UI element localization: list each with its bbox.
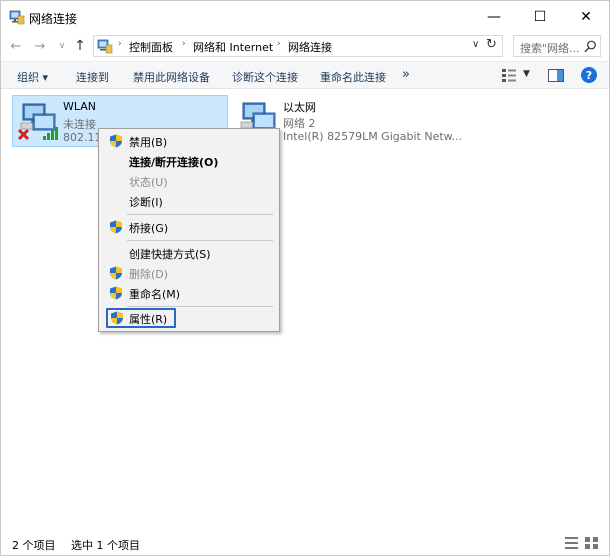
menu-separator: [127, 214, 273, 215]
menu-item-status: 状态(U): [101, 171, 277, 191]
details-view-icon[interactable]: [565, 537, 578, 549]
preview-pane-icon[interactable]: [548, 69, 564, 82]
breadcrumb-network-internet[interactable]: 网络和 Internet: [193, 39, 273, 55]
menu-item-label: 重命名(M): [129, 288, 181, 301]
menu-item-disable[interactable]: 禁用(B): [101, 131, 277, 151]
title-bar: 网络连接 — ☐ ✕: [1, 1, 609, 32]
breadcrumb-separator-icon[interactable]: ›: [118, 39, 122, 49]
forward-button[interactable]: →: [31, 36, 49, 56]
network-folder-icon: [9, 10, 25, 25]
menu-item-label: 桥接(G): [129, 222, 169, 235]
selected-count: 选中 1 个项目: [71, 539, 140, 552]
menu-item-bridge[interactable]: 桥接(G): [101, 217, 277, 237]
menu-item-label: 创建快捷方式(S): [129, 248, 211, 261]
search-icon[interactable]: [584, 40, 597, 53]
address-dropdown-icon[interactable]: ∨: [472, 39, 479, 50]
change-view-icon[interactable]: [502, 69, 516, 82]
item-count: 2 个项目: [12, 539, 56, 552]
address-row: ← → ∨ ↑ › 控制面板 › 网络和 Internet › 网络连接 ∨ ↻…: [1, 32, 609, 60]
command-bar: 组织 ▾ 连接到 禁用此网络设备 诊断这个连接 重命名此连接 » ▼ ?: [1, 61, 609, 89]
breadcrumb-separator-icon[interactable]: ›: [182, 39, 186, 49]
uac-shield-icon: [110, 286, 122, 300]
menu-item-label: 删除(D): [129, 268, 169, 281]
help-icon[interactable]: ?: [581, 67, 597, 83]
connection-status: 网络 2: [283, 117, 316, 130]
breadcrumb-control-panel[interactable]: 控制面板: [129, 39, 173, 55]
back-button[interactable]: ←: [7, 36, 25, 56]
menu-item-properties[interactable]: 属性(R): [106, 308, 176, 328]
refresh-icon[interactable]: ↻: [486, 37, 497, 52]
menu-item-create-shortcut[interactable]: 创建快捷方式(S): [101, 243, 277, 263]
breadcrumb-network-connections[interactable]: 网络连接: [288, 39, 332, 55]
breadcrumb-separator-icon[interactable]: ›: [277, 39, 281, 49]
close-button[interactable]: ✕: [563, 1, 609, 32]
diagnose-button[interactable]: 诊断这个连接: [232, 69, 298, 85]
menu-separator: [127, 306, 273, 307]
maximize-button[interactable]: ☐: [517, 1, 563, 32]
menu-separator: [127, 240, 273, 241]
control-panel-icon: [97, 39, 113, 54]
disable-device-button[interactable]: 禁用此网络设备: [133, 69, 210, 85]
network-connections-window: 网络连接 — ☐ ✕ ← → ∨ ↑ › 控制面板 › 网络和 Internet…: [0, 0, 610, 556]
uac-shield-icon: [110, 220, 122, 234]
large-icons-view-icon[interactable]: [585, 537, 598, 549]
menu-item-diagnose[interactable]: 诊断(I): [101, 191, 277, 211]
up-button[interactable]: ↑: [71, 36, 89, 56]
context-menu: 禁用(B) 连接/断开连接(O) 状态(U) 诊断(I) 桥接(G) 创建快捷方…: [98, 128, 280, 332]
search-input[interactable]: 搜索"网络...: [513, 35, 601, 57]
menu-item-label: 禁用(B): [129, 136, 168, 149]
connection-name: 以太网: [283, 101, 316, 114]
status-bar: 2 个项目 选中 1 个项目: [1, 532, 609, 555]
uac-shield-icon: [110, 134, 122, 148]
view-dropdown-icon[interactable]: ▼: [523, 69, 530, 79]
connections-list: WLAN 未连接 802.11n 以太网 网络 2 Intel(R) 82579…: [1, 90, 609, 531]
connection-name: WLAN: [63, 100, 97, 113]
menu-item-connect-disconnect[interactable]: 连接/断开连接(O): [101, 151, 277, 171]
uac-shield-icon: [111, 311, 123, 325]
connection-device: Intel(R) 82579LM Gigabit Netw...: [283, 130, 463, 143]
window-title: 网络连接: [29, 12, 78, 26]
more-commands-button[interactable]: »: [402, 67, 410, 82]
menu-item-rename[interactable]: 重命名(M): [101, 283, 277, 303]
wifi-adapter-icon: [17, 103, 58, 141]
menu-item-delete: 删除(D): [101, 263, 277, 283]
menu-item-label: 诊断(I): [129, 196, 163, 209]
recent-locations-button[interactable]: ∨: [53, 36, 71, 56]
menu-item-label: 属性(R): [129, 313, 168, 326]
rename-button[interactable]: 重命名此连接: [320, 69, 386, 85]
organize-button[interactable]: 组织 ▾: [17, 69, 48, 85]
connection-status: 未连接: [63, 118, 96, 131]
uac-shield-icon: [110, 266, 122, 280]
menu-item-label: 连接/断开连接(O): [129, 156, 219, 169]
search-placeholder: 搜索"网络...: [520, 42, 580, 55]
minimize-button[interactable]: —: [471, 1, 517, 32]
menu-item-label: 状态(U): [129, 176, 168, 189]
address-bar[interactable]: › 控制面板 › 网络和 Internet › 网络连接 ∨ ↻: [93, 35, 503, 57]
connect-to-button[interactable]: 连接到: [76, 69, 109, 85]
